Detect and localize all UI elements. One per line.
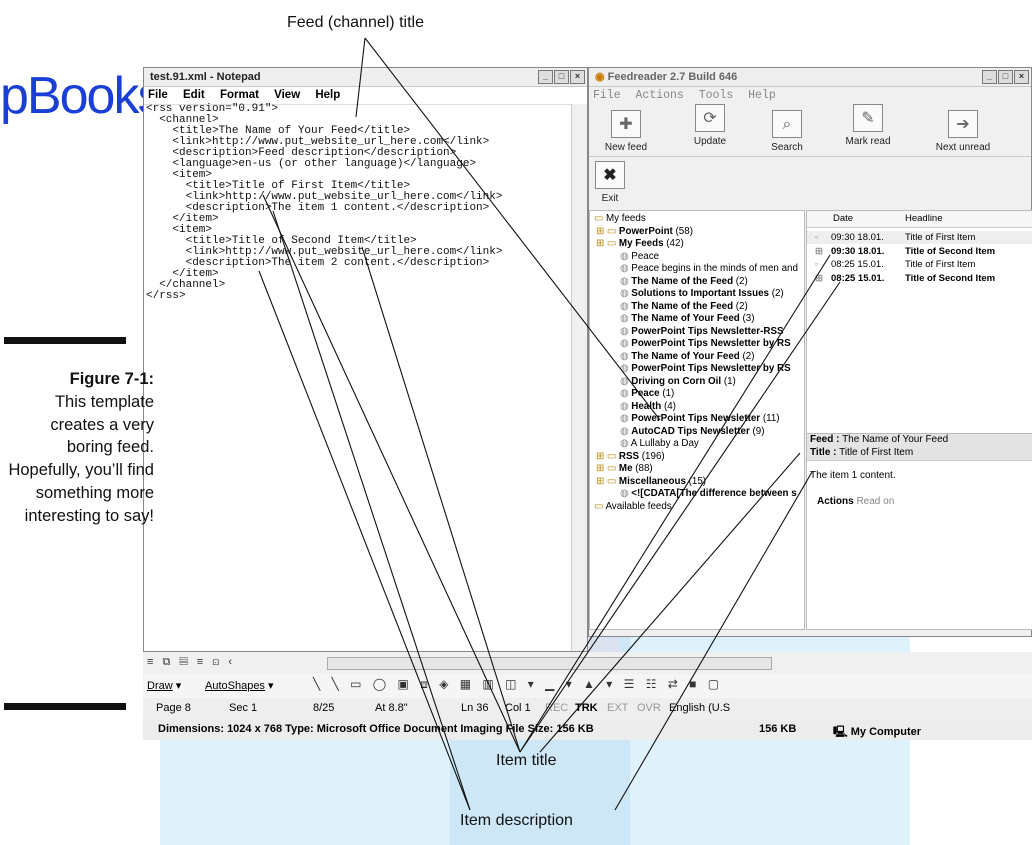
- callout-line-item-desc-3: [614, 471, 813, 811]
- callout-line-item-title-1: [361, 246, 521, 753]
- callout-item-title: Item title: [496, 752, 557, 769]
- callout-line-item-desc-1: [272, 210, 471, 811]
- callout-line-item-desc-2: [258, 270, 471, 811]
- callout-line-feed-title-notepad: [355, 37, 366, 118]
- callout-item-description: Item description: [460, 812, 573, 829]
- callout-lines: [258, 37, 841, 811]
- callout-line-item-title-4: [519, 281, 841, 753]
- callout-line-feed-title-tree: [364, 37, 661, 421]
- callout-feed-title: Feed (channel) title: [287, 14, 424, 31]
- callout-line-item-title-3: [519, 254, 831, 753]
- callout-line-item-title-5: [539, 452, 801, 753]
- callout-line-item-title-2: [262, 194, 521, 753]
